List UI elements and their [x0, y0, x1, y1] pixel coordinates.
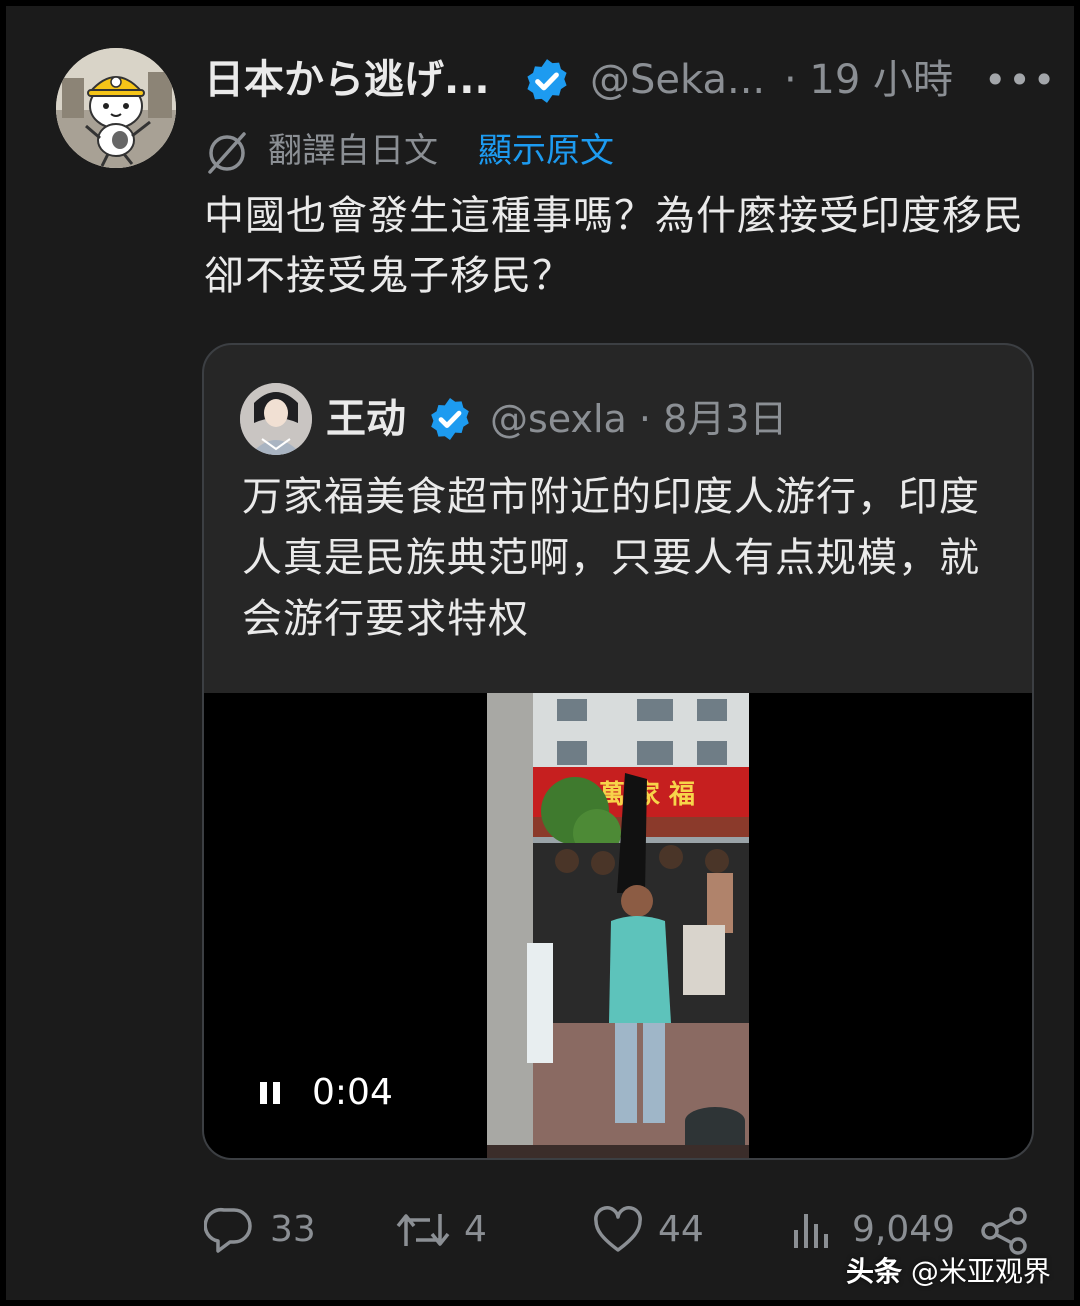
video-player[interactable]: 萬 家 福 0:04 [204, 693, 1032, 1160]
repost-button[interactable]: 4 [394, 1200, 504, 1260]
post-text: 中國也會發生這種事嗎？為什麼接受印度移民卻不接受鬼子移民？ [204, 193, 1024, 299]
quoted-post-text: 万家福美食超市附近的印度人游行，印度人真是民族典范啊，只要人有点规模，就会游行要… [242, 474, 980, 642]
translate-icon [208, 132, 246, 174]
author-name[interactable]: 日本から逃げ... [204, 48, 490, 112]
quoted-author-name[interactable]: 王动 [326, 389, 406, 449]
repost-icon [396, 1214, 450, 1246]
quoted-author-avatar[interactable] [240, 383, 312, 455]
reply-icon [204, 1207, 252, 1253]
video-thumbnail[interactable]: 萬 家 福 [487, 693, 749, 1160]
video-timestamp: 0:04 [312, 1072, 393, 1113]
repost-count: 4 [464, 1209, 487, 1250]
post-timestamp[interactable]: · 19 小時 [784, 48, 953, 112]
post-screen: 日本から逃げ... @Seka... · 19 小時 ••• 翻譯自日文 顯示原… [0, 0, 1080, 1306]
quoted-verified-badge-icon [431, 398, 469, 440]
pause-icon[interactable] [258, 1078, 284, 1108]
translated-from-label: 翻譯自日文 [268, 131, 438, 171]
shop-sign-text: 萬 家 福 [599, 779, 695, 810]
watermark-app: 头条 [846, 1255, 903, 1288]
verified-badge-icon [527, 59, 567, 103]
more-options-icon[interactable]: ••• [984, 48, 1057, 112]
like-count: 44 [658, 1209, 704, 1250]
heart-icon [594, 1206, 642, 1252]
reply-count: 33 [270, 1209, 316, 1250]
author-handle[interactable]: @Seka... [590, 48, 765, 112]
quoted-handle-and-date[interactable]: @sexla · 8月3日 [490, 389, 787, 449]
like-button[interactable]: 44 [592, 1200, 722, 1260]
watermark-account: @米亚观界 [910, 1255, 1051, 1288]
views-chart-icon [794, 1214, 828, 1248]
author-avatar[interactable] [56, 48, 176, 168]
source-watermark: 头条 @米亚观界 [846, 1248, 1051, 1296]
show-original-link[interactable]: 顯示原文 [478, 126, 614, 176]
quoted-post-card[interactable]: 王动 @sexla · 8月3日 万家福美食超市附近的印度人游行，印度人真是民族… [202, 343, 1034, 1160]
reply-button[interactable]: 33 [204, 1200, 334, 1260]
